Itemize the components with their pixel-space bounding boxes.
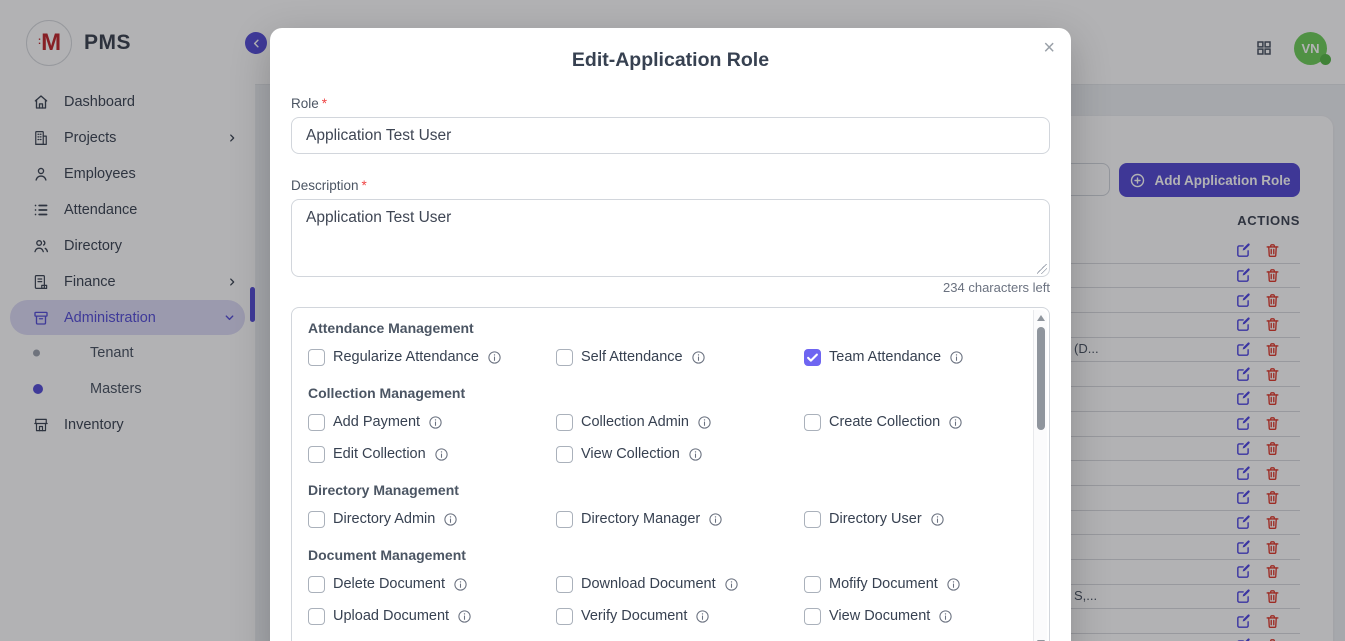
checkbox-unchecked[interactable] <box>556 608 573 625</box>
required-asterisk: * <box>322 96 327 111</box>
permission-group: Attendance Management Regularize Attenda… <box>308 320 1019 369</box>
info-icon[interactable] <box>695 609 710 624</box>
permission-group: Directory Management Directory Admin Dir… <box>308 482 1019 531</box>
info-icon[interactable] <box>697 415 712 430</box>
info-icon[interactable] <box>691 350 706 365</box>
checkbox-unchecked[interactable] <box>308 349 325 366</box>
checkbox-unchecked[interactable] <box>804 511 821 528</box>
checkbox-unchecked[interactable] <box>308 446 325 463</box>
permission-option[interactable]: View Document <box>804 604 1019 628</box>
description-field-label: Description* <box>291 178 1050 193</box>
info-icon[interactable] <box>487 350 502 365</box>
checkbox-unchecked[interactable] <box>556 511 573 528</box>
app-root: :M PMS Dashboard Projects Employees Atte… <box>0 0 1345 641</box>
info-icon[interactable] <box>457 609 472 624</box>
checkbox-unchecked[interactable] <box>804 608 821 625</box>
characters-left-counter: 234 characters left <box>291 280 1050 295</box>
checkbox-unchecked[interactable] <box>308 608 325 625</box>
permission-group: Collection Management Add Payment Collec… <box>308 385 1019 466</box>
checkbox-unchecked[interactable] <box>556 349 573 366</box>
checkbox-unchecked[interactable] <box>308 576 325 593</box>
permission-option[interactable]: Download Document <box>556 572 804 596</box>
info-icon[interactable] <box>724 577 739 592</box>
description-textarea[interactable]: Application Test User <box>291 199 1050 277</box>
info-icon[interactable] <box>949 350 964 365</box>
info-icon[interactable] <box>453 577 468 592</box>
permission-groups: Attendance Management Regularize Attenda… <box>308 320 1019 628</box>
permission-option[interactable]: Add Payment <box>308 410 556 434</box>
role-field-label: Role* <box>291 96 1050 111</box>
checkbox-unchecked[interactable] <box>308 414 325 431</box>
permissions-box: Attendance Management Regularize Attenda… <box>291 307 1050 641</box>
close-icon[interactable]: × <box>1043 38 1055 58</box>
checkbox-unchecked[interactable] <box>804 576 821 593</box>
permission-option[interactable]: Delete Document <box>308 572 556 596</box>
permission-option[interactable]: Edit Collection <box>308 442 556 466</box>
info-icon[interactable] <box>688 447 703 462</box>
permission-option[interactable]: View Collection <box>556 442 804 466</box>
permission-group-title: Directory Management <box>308 482 1019 498</box>
permission-group-title: Document Management <box>308 547 1019 563</box>
scrollbar-thumb[interactable] <box>1037 327 1045 430</box>
checkbox-checked[interactable] <box>804 349 821 366</box>
permission-option[interactable]: Regularize Attendance <box>308 345 556 369</box>
checkbox-unchecked[interactable] <box>556 414 573 431</box>
modal-body: Role* Description* Application Test User… <box>270 96 1071 641</box>
textarea-resize-handle[interactable] <box>1037 264 1047 274</box>
info-icon[interactable] <box>428 415 443 430</box>
checkbox-unchecked[interactable] <box>556 576 573 593</box>
info-icon[interactable] <box>948 415 963 430</box>
modal-title: Edit-Application Role <box>270 49 1071 72</box>
checkbox-unchecked[interactable] <box>556 446 573 463</box>
permission-option[interactable]: Directory Manager <box>556 507 804 531</box>
permission-option[interactable]: Upload Document <box>308 604 556 628</box>
checkbox-unchecked[interactable] <box>804 414 821 431</box>
edit-application-role-modal: × Edit-Application Role Role* Descriptio… <box>270 28 1071 641</box>
permission-group-title: Attendance Management <box>308 320 1019 336</box>
permission-option[interactable]: Collection Admin <box>556 410 804 434</box>
info-icon[interactable] <box>946 577 961 592</box>
scroll-up-arrow-icon[interactable] <box>1037 315 1045 321</box>
permissions-scrollbar[interactable] <box>1033 310 1047 641</box>
info-icon[interactable] <box>930 512 945 527</box>
permission-option[interactable]: Directory Admin <box>308 507 556 531</box>
info-icon[interactable] <box>938 609 953 624</box>
checkbox-unchecked[interactable] <box>308 511 325 528</box>
permission-option[interactable]: Directory User <box>804 507 1019 531</box>
info-icon[interactable] <box>708 512 723 527</box>
permission-group: Document Management Delete Document Down… <box>308 547 1019 628</box>
permission-option[interactable]: Verify Document <box>556 604 804 628</box>
info-icon[interactable] <box>443 512 458 527</box>
permission-group-title: Collection Management <box>308 385 1019 401</box>
permission-option[interactable]: Self Attendance <box>556 345 804 369</box>
required-asterisk: * <box>362 178 367 193</box>
permission-option[interactable]: Mofify Document <box>804 572 1019 596</box>
permission-option[interactable]: Create Collection <box>804 410 1019 434</box>
role-input[interactable] <box>291 117 1050 154</box>
permission-option[interactable]: Team Attendance <box>804 345 1019 369</box>
info-icon[interactable] <box>434 447 449 462</box>
